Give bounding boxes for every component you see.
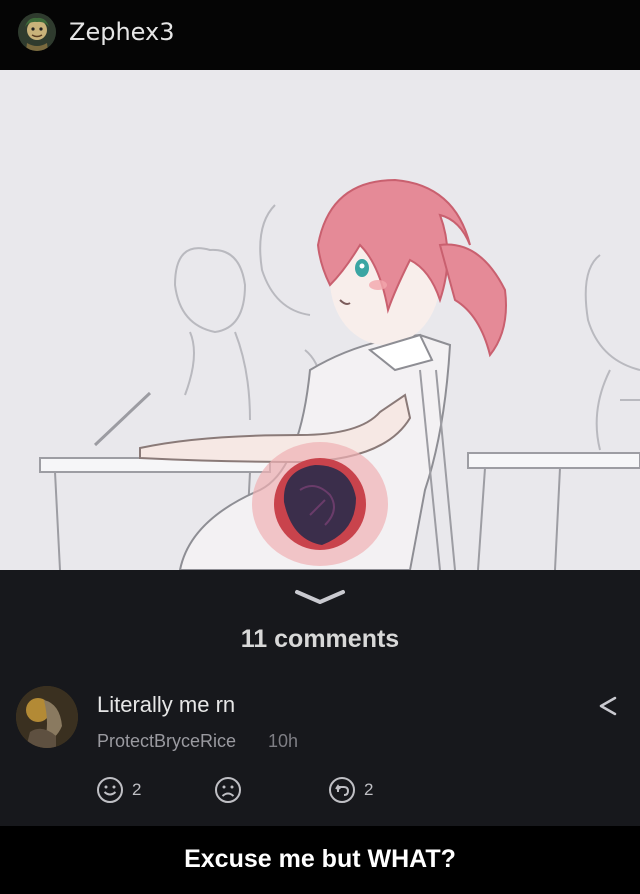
comment-text: Literally me rn (97, 692, 236, 717)
reply-action[interactable]: 2 (328, 775, 373, 805)
post-image (0, 70, 640, 570)
reply-icon[interactable] (328, 776, 356, 804)
comments-count[interactable]: 11 comments (0, 625, 640, 654)
frown-icon[interactable] (214, 776, 242, 804)
smile-icon[interactable] (96, 776, 124, 804)
username[interactable]: Zephex3 (69, 18, 174, 46)
like-count: 2 (132, 780, 142, 799)
reply-count: 2 (364, 780, 374, 799)
comment-author[interactable]: ProtectBryceRice (97, 731, 236, 752)
share-icon[interactable] (597, 695, 619, 717)
like-reaction[interactable]: 2 (96, 775, 141, 805)
post-header: Zephex3 (0, 0, 640, 70)
post-caption: Excuse me but WHAT? (184, 845, 456, 873)
avatar[interactable] (18, 13, 56, 51)
comment-time: 10h (268, 731, 299, 751)
comment-avatar[interactable] (16, 686, 78, 748)
dislike-reaction[interactable] (214, 775, 242, 805)
chevron-down-icon[interactable] (293, 588, 347, 606)
